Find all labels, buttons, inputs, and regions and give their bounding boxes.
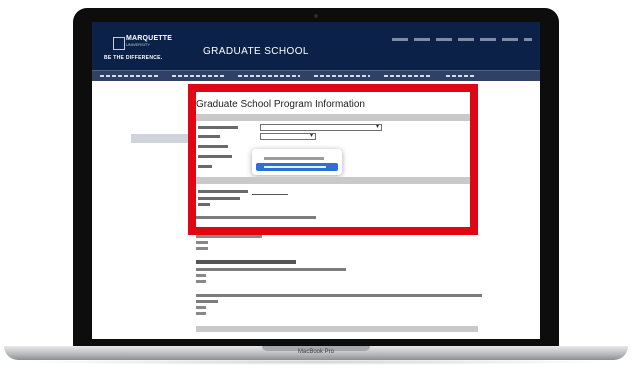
question-text — [196, 235, 262, 238]
nav-item[interactable] — [172, 75, 224, 77]
nav-item[interactable] — [238, 75, 300, 77]
main-navigation — [92, 70, 540, 81]
section-heading — [196, 260, 296, 264]
highlight-rectangle — [188, 84, 478, 235]
site-header: MARQUETTE UNIVERSITY BE THE DIFFERENCE. … — [92, 22, 540, 70]
question-text — [196, 300, 218, 303]
utility-links[interactable] — [392, 38, 532, 41]
radio-option[interactable] — [196, 241, 208, 244]
graduate-school-title[interactable]: GRADUATE SCHOOL — [203, 46, 309, 57]
nav-item[interactable] — [100, 75, 158, 77]
laptop-model-label: MacBook Pro — [297, 349, 334, 355]
form-section-header — [196, 326, 478, 332]
site-tagline: BE THE DIFFERENCE. — [104, 55, 163, 61]
radio-option[interactable] — [196, 306, 206, 309]
question-text — [196, 294, 482, 297]
laptop-screen: MARQUETTE UNIVERSITY BE THE DIFFERENCE. … — [92, 22, 540, 339]
logo-name[interactable]: MARQUETTE — [126, 35, 172, 42]
radio-option[interactable] — [196, 312, 206, 315]
radio-option[interactable] — [196, 280, 206, 283]
question-text — [196, 268, 346, 271]
nav-item[interactable] — [384, 75, 432, 77]
nav-item[interactable] — [314, 75, 370, 77]
logo-subtitle: UNIVERSITY — [126, 42, 151, 47]
radio-option[interactable] — [196, 247, 208, 250]
nav-item[interactable] — [446, 75, 476, 77]
radio-option[interactable] — [196, 274, 206, 277]
webcam-dot — [314, 14, 318, 18]
sidebar-active-item-background — [131, 134, 193, 143]
university-logo-icon[interactable] — [113, 37, 125, 50]
